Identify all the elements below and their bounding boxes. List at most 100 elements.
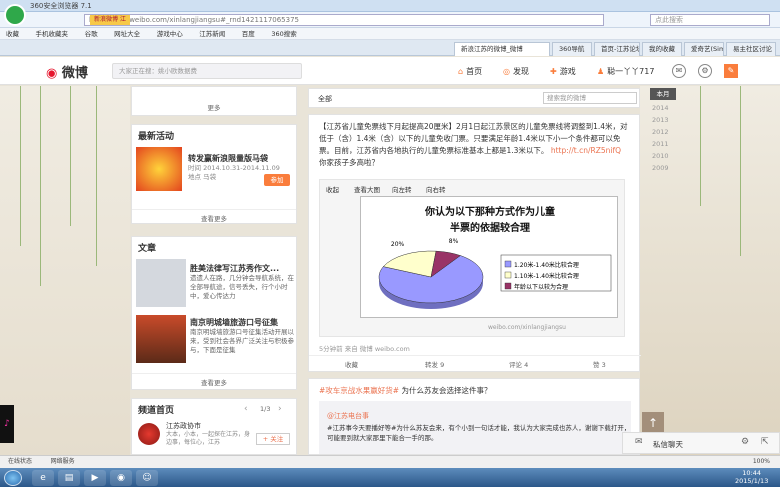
article-thumbnail[interactable] bbox=[136, 315, 186, 363]
qq-icon[interactable]: ☺ bbox=[136, 470, 158, 486]
bookmark-item[interactable]: 360搜索 bbox=[271, 30, 296, 38]
favorite-button[interactable]: 收藏 bbox=[345, 359, 358, 369]
tab-item[interactable]: 首页-江苏论坛 bbox=[594, 42, 640, 56]
feed-search-input[interactable]: 搜索我的微博 bbox=[543, 92, 637, 104]
article-title[interactable]: 南京明城墙旅游口号征集 bbox=[190, 317, 294, 328]
weibo-eye-icon: ◉ bbox=[46, 66, 58, 81]
article-header: 文章 bbox=[138, 244, 157, 254]
chat-bubble-icon: ✉ bbox=[635, 437, 643, 447]
bookmark-item[interactable]: 收藏 bbox=[6, 30, 19, 38]
like-button[interactable]: 赞 3 bbox=[593, 359, 606, 369]
weibo-search-input[interactable]: 大家正在搜：姚小欧数据费 bbox=[112, 63, 302, 79]
browser-search-input[interactable]: 点此搜索 bbox=[650, 14, 770, 26]
timeline-year[interactable]: 2012 bbox=[652, 128, 669, 136]
weibo-logo[interactable]: ◉ 微博 bbox=[46, 62, 88, 81]
address-site-badge[interactable]: 新浪微博 江 bbox=[90, 15, 130, 25]
nav-game-label: 游戏 bbox=[559, 67, 576, 76]
timeline-panel: 本月 2014 2013 2012 2011 2010 2009 bbox=[650, 88, 690, 188]
bookmark-item[interactable]: 网址大全 bbox=[114, 30, 140, 38]
bookmark-item[interactable]: 江苏新闻 bbox=[199, 30, 225, 38]
back-to-top-icon[interactable]: ↑ bbox=[642, 412, 664, 434]
legend-label: 1.10米-1.40米比较合理 bbox=[514, 272, 579, 280]
tab-item[interactable]: 易主社区讨论 bbox=[726, 42, 776, 56]
compass-icon: ◎ bbox=[503, 67, 510, 76]
browser-360-icon[interactable]: ◉ bbox=[110, 470, 132, 486]
media-icon[interactable]: ▶ bbox=[84, 470, 106, 486]
timeline-year[interactable]: 2011 bbox=[652, 140, 669, 148]
folder-icon[interactable]: ▤ bbox=[58, 470, 80, 486]
survey-chart[interactable]: 你认为以下那种方式作为儿童 半票的依据较合理 20% 8% 1.20米-1.40米比较合… bbox=[360, 196, 618, 318]
timeline-current[interactable]: 本月 bbox=[650, 88, 676, 100]
post-link[interactable]: http://t.cn/RZ5nifQ bbox=[551, 146, 621, 155]
timeline-year[interactable]: 2013 bbox=[652, 116, 669, 124]
message-icon[interactable]: ✉ bbox=[672, 64, 686, 78]
bookmark-item[interactable]: 百度 bbox=[242, 30, 255, 38]
repost-user[interactable]: @江苏电台事 bbox=[327, 411, 369, 421]
system-clock[interactable]: 10:44 2015/1/13 bbox=[735, 469, 768, 485]
ie-icon[interactable]: e bbox=[32, 470, 54, 486]
image-collapse-button[interactable]: 收起 bbox=[326, 184, 339, 194]
timeline-year[interactable]: 2014 bbox=[652, 104, 669, 112]
channel-avatar[interactable] bbox=[138, 423, 160, 445]
bookmark-item[interactable]: 游戏中心 bbox=[157, 30, 183, 38]
tab-weibo[interactable]: 新浪江苏的微博_微博 bbox=[454, 42, 550, 56]
article-more-link[interactable]: 查看更多 bbox=[132, 373, 296, 390]
willow-decoration bbox=[96, 86, 97, 266]
browser-title-bar: 360安全浏览器 7.1 bbox=[0, 0, 780, 12]
image-rotate-left-button[interactable]: 向左转 bbox=[392, 184, 412, 194]
compose-icon[interactable]: ✎ bbox=[724, 64, 738, 78]
chat-settings-icon[interactable]: ⚙ bbox=[741, 437, 749, 447]
nav-home[interactable]: ⌂ 首页 bbox=[458, 66, 482, 77]
nav-user[interactable]: ♟ 聪一丫丫717 bbox=[597, 66, 654, 77]
chevron-right-icon[interactable]: › bbox=[278, 404, 282, 414]
image-view-large-button[interactable]: 查看大图 bbox=[354, 184, 380, 194]
post-action-bar: 收藏 转发 9 评论 4 赞 3 bbox=[309, 355, 641, 371]
chat-expand-icon[interactable]: ⇱ bbox=[761, 437, 769, 447]
tab-item[interactable]: 爱奇艺(Sim bbox=[684, 42, 724, 56]
start-button[interactable] bbox=[4, 470, 22, 486]
timeline-year[interactable]: 2010 bbox=[652, 152, 669, 160]
repost-title: #攻车京战水果赢好货# 为什么苏友会选择这件事？ bbox=[309, 379, 639, 402]
chart-title-line-1: 你认为以下那种方式作为儿童 bbox=[424, 205, 555, 218]
user-icon: ♟ bbox=[597, 67, 605, 76]
feed-post-card: 【江苏省儿童免票线下月起提高20厘米】2月1日起江苏景区的儿童免票线将调整到1.… bbox=[308, 114, 641, 372]
join-button[interactable]: 参加 bbox=[264, 174, 290, 186]
article-title[interactable]: 胜美法律写江苏秀作文... bbox=[190, 263, 294, 274]
top-more-link[interactable]: 更多 bbox=[132, 99, 296, 115]
follow-button[interactable]: + 关注 bbox=[256, 433, 290, 445]
gear-icon[interactable]: ⚙ bbox=[698, 64, 712, 78]
repost-topic-tag[interactable]: #攻车京战水果赢好货# bbox=[319, 386, 399, 395]
activity-poster-image[interactable] bbox=[136, 147, 182, 191]
willow-decoration bbox=[70, 86, 71, 226]
music-player-icon[interactable]: ♪ bbox=[0, 405, 14, 443]
clock-date: 2015/1/13 bbox=[735, 477, 769, 485]
comment-button[interactable]: 评论 4 bbox=[509, 359, 528, 369]
repost-button[interactable]: 转发 9 bbox=[425, 359, 444, 369]
zoom-level[interactable]: 100% bbox=[753, 456, 770, 468]
legend-swatch bbox=[504, 260, 512, 268]
tab-item[interactable]: 我的收藏 bbox=[642, 42, 682, 56]
bookmark-item[interactable]: 谷歌 bbox=[85, 30, 98, 38]
chart-title-line-2: 半票的依据较合理 bbox=[450, 221, 530, 234]
bookmarks-bar: 收藏 手机收藏夹 谷歌 网址大全 游戏中心 江苏新闻 百度 360搜索 bbox=[0, 28, 780, 40]
image-rotate-right-button[interactable]: 向右转 bbox=[426, 184, 446, 194]
user-avatar-icon[interactable] bbox=[4, 4, 26, 26]
url-input[interactable]: http://www.weibo.com/xinlangjiangsu#_rnd… bbox=[84, 14, 604, 26]
channel-panel: 频道首页 ‹ 1/3 › 江苏政协市 大本，小本，一起探在江苏，身边事，每位心，… bbox=[131, 398, 297, 455]
article-thumbnail[interactable] bbox=[136, 259, 186, 307]
channel-name[interactable]: 江苏政协市 bbox=[166, 421, 201, 431]
timeline-year[interactable]: 2009 bbox=[652, 164, 669, 172]
chevron-left-icon[interactable]: ‹ bbox=[244, 404, 248, 414]
nav-game[interactable]: ✚ 游戏 bbox=[550, 66, 576, 77]
window-title: 360安全浏览器 7.1 bbox=[30, 2, 92, 10]
channel-desc: 大本，小本，一起探在江苏，身边事，每位心，江苏 bbox=[166, 431, 251, 446]
activity-title[interactable]: 转发赢新浪限量版马袋 bbox=[188, 153, 294, 164]
bookmark-item[interactable]: 手机收藏夹 bbox=[36, 30, 69, 38]
activity-more-link[interactable]: 查看更多 bbox=[132, 209, 296, 226]
feed-filter-all[interactable]: 全部 bbox=[318, 94, 332, 104]
chat-bar[interactable]: ✉ 私信聊天 ⚙ ⇱ bbox=[622, 432, 780, 454]
tab-item[interactable]: 360导航 bbox=[552, 42, 592, 56]
nav-discover[interactable]: ◎ 发现 bbox=[503, 66, 529, 77]
willow-decoration bbox=[700, 86, 701, 206]
clock-time: 10:44 bbox=[742, 469, 762, 477]
